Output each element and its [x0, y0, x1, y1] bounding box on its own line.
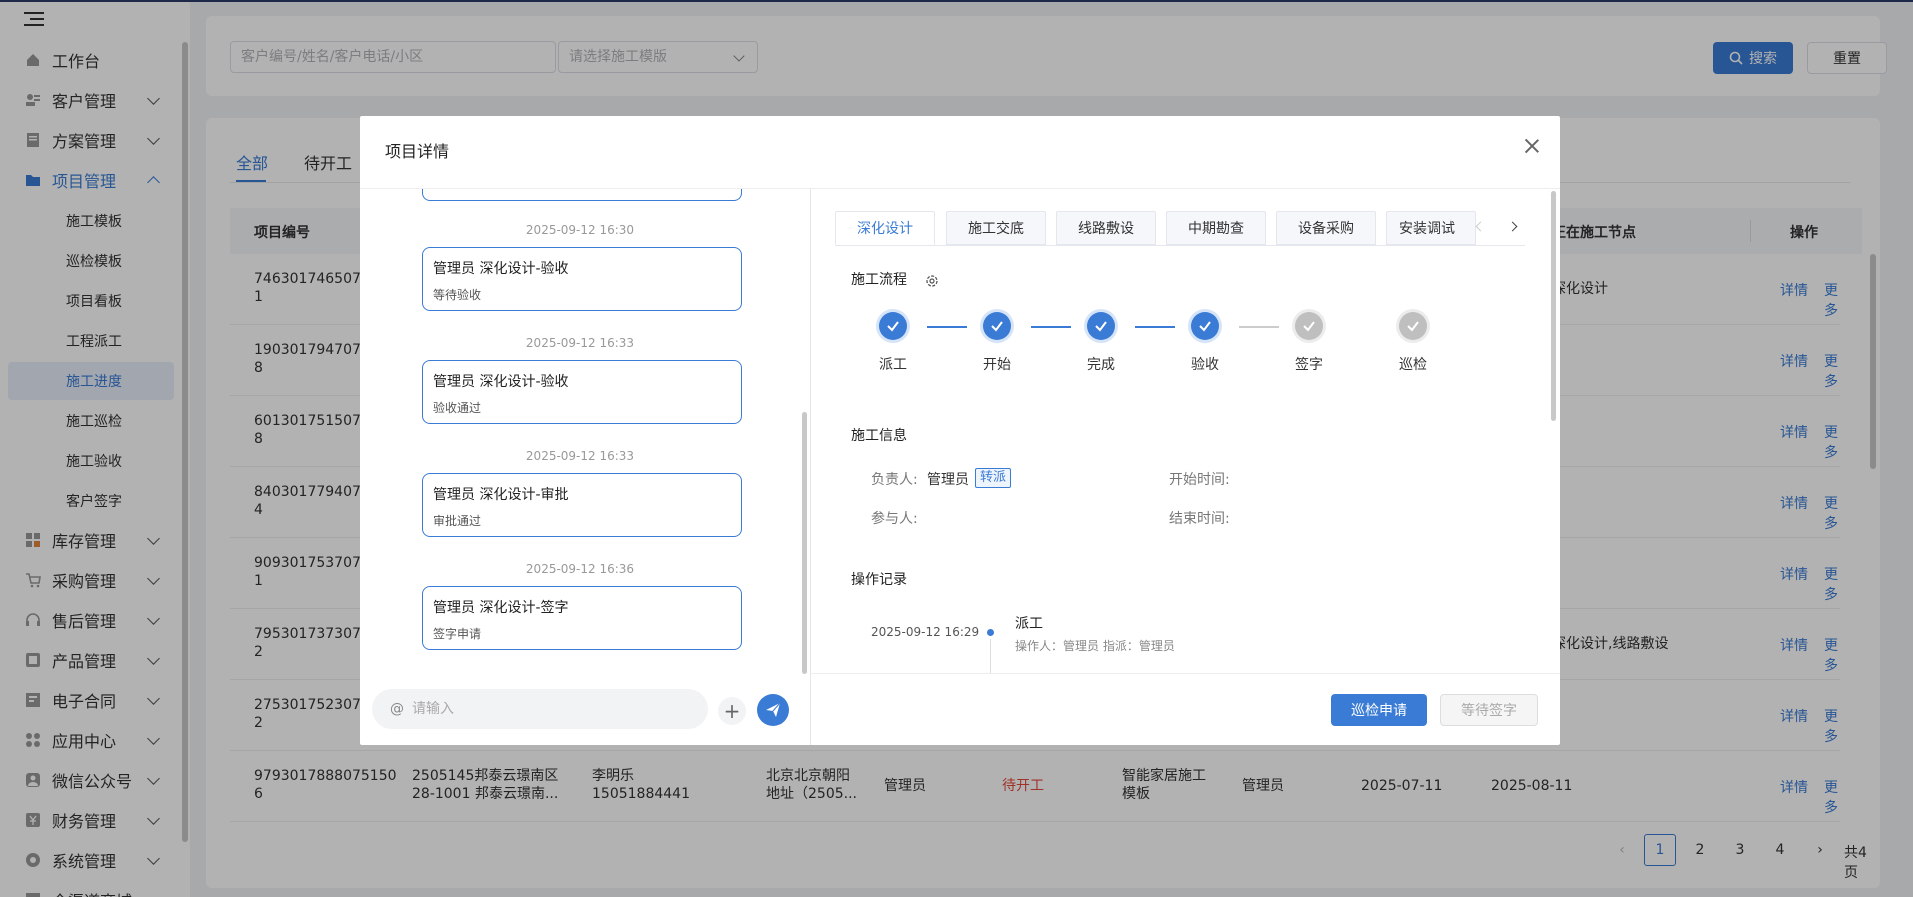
message-title: 管理员 深化设计-审批 — [433, 487, 569, 503]
flow-step: 完成 — [1061, 312, 1141, 374]
timeline-scrollbar[interactable] — [802, 412, 807, 674]
log-section-title: 操作记录 — [851, 572, 907, 588]
check-icon — [879, 312, 907, 340]
info-section-title: 施工信息 — [851, 428, 907, 444]
members-label: 参与人: — [871, 511, 918, 527]
stage-detail-panel: 深化设计 施工交底 线路敷设 中期勘查 设备采购 安装调试 施工流程 派工 开始… — [811, 189, 1560, 673]
end-time-label: 结束时间: — [1169, 511, 1230, 527]
step-label: 巡检 — [1399, 357, 1427, 373]
start-time-label: 开始时间: — [1169, 472, 1230, 488]
flow-step: 开始 — [957, 312, 1037, 374]
comment-placeholder: 请输入 — [412, 701, 454, 717]
message-title: 管理员 深化设计-验收 — [433, 374, 569, 390]
log-time: 2025-09-12 16:29 — [871, 625, 980, 639]
mention-icon[interactable]: @ — [390, 701, 404, 717]
comment-input[interactable]: @ 请输入 — [372, 689, 708, 729]
patrol-request-button[interactable]: 巡检申请 — [1331, 694, 1427, 726]
message-card: 管理员 深化设计-审批 审批通过 — [422, 473, 742, 537]
message-card-partial — [422, 189, 742, 201]
message-time: 2025-09-12 16:33 — [525, 449, 635, 463]
tab-construction-briefing[interactable]: 施工交底 — [946, 211, 1046, 245]
modal-footer: 巡检申请 等待签字 — [811, 673, 1560, 745]
tab-equipment-purchase[interactable]: 设备采购 — [1276, 211, 1376, 245]
flow-step: 派工 — [853, 312, 933, 374]
log-title: 派工 — [1015, 616, 1043, 632]
owner-value: 管理员 — [927, 472, 969, 488]
step-label: 验收 — [1191, 357, 1219, 373]
flow-step: 签字 — [1269, 312, 1349, 374]
log-sub: 操作人：管理员 指派：管理员 — [1015, 639, 1175, 653]
message-time: 2025-09-12 16:30 — [525, 223, 635, 237]
message-time: 2025-09-12 16:33 — [525, 336, 635, 350]
flow-step: 验收 — [1165, 312, 1245, 374]
message-card: 管理员 深化设计-验收 等待验收 — [422, 247, 742, 311]
message-sub: 签字申请 — [433, 627, 482, 641]
flow-section-title: 施工流程 — [851, 272, 907, 288]
add-attachment-button[interactable]: + — [718, 697, 746, 725]
check-icon — [1399, 312, 1427, 340]
transfer-tag[interactable]: 转派 — [975, 468, 1012, 488]
send-button[interactable] — [757, 694, 789, 726]
send-icon — [766, 702, 781, 717]
project-detail-modal: 项目详情 2025-09-12 16:30 管理员 深化设计-验收 等待验收 2… — [360, 116, 1560, 745]
log-line — [990, 639, 991, 673]
gear-icon[interactable] — [924, 273, 940, 289]
tab-wiring[interactable]: 线路敷设 — [1056, 211, 1156, 245]
close-icon[interactable] — [1524, 138, 1540, 154]
step-label: 完成 — [1087, 357, 1115, 373]
message-card: 管理员 深化设计-验收 验收通过 — [422, 360, 742, 424]
check-icon — [1087, 312, 1115, 340]
detail-scrollbar[interactable] — [1551, 191, 1556, 421]
step-label: 派工 — [879, 357, 907, 373]
tabs-divider — [835, 245, 1525, 246]
step-label: 签字 — [1295, 357, 1323, 373]
message-timeline: 2025-09-12 16:30 管理员 深化设计-验收 等待验收 2025-0… — [360, 189, 810, 673]
chevron-left-icon[interactable] — [1475, 221, 1486, 232]
message-title: 管理员 深化设计-验收 — [433, 261, 569, 277]
modal-title: 项目详情 — [385, 142, 450, 161]
chat-composer: @ 请输入 + — [360, 673, 810, 745]
tab-install-debug[interactable]: 安装调试 — [1386, 211, 1476, 245]
message-sub: 等待验收 — [433, 288, 482, 302]
message-card: 管理员 深化设计-签字 签字申请 — [422, 586, 742, 650]
check-icon — [1191, 312, 1219, 340]
flow-step: 巡检 — [1373, 312, 1453, 374]
message-time: 2025-09-12 16:36 — [525, 562, 635, 576]
tab-midterm-survey[interactable]: 中期勘查 — [1166, 211, 1266, 245]
log-dot — [987, 629, 994, 636]
message-sub: 审批通过 — [433, 514, 482, 528]
message-title: 管理员 深化设计-签字 — [433, 600, 569, 616]
chevron-right-icon[interactable] — [1507, 221, 1518, 232]
await-signature-button[interactable]: 等待签字 — [1440, 694, 1538, 726]
step-label: 开始 — [983, 357, 1011, 373]
tab-deep-design[interactable]: 深化设计 — [835, 211, 935, 245]
message-sub: 验收通过 — [433, 401, 482, 415]
check-icon — [1295, 312, 1323, 340]
check-icon — [983, 312, 1011, 340]
owner-label: 负责人: — [871, 472, 918, 488]
